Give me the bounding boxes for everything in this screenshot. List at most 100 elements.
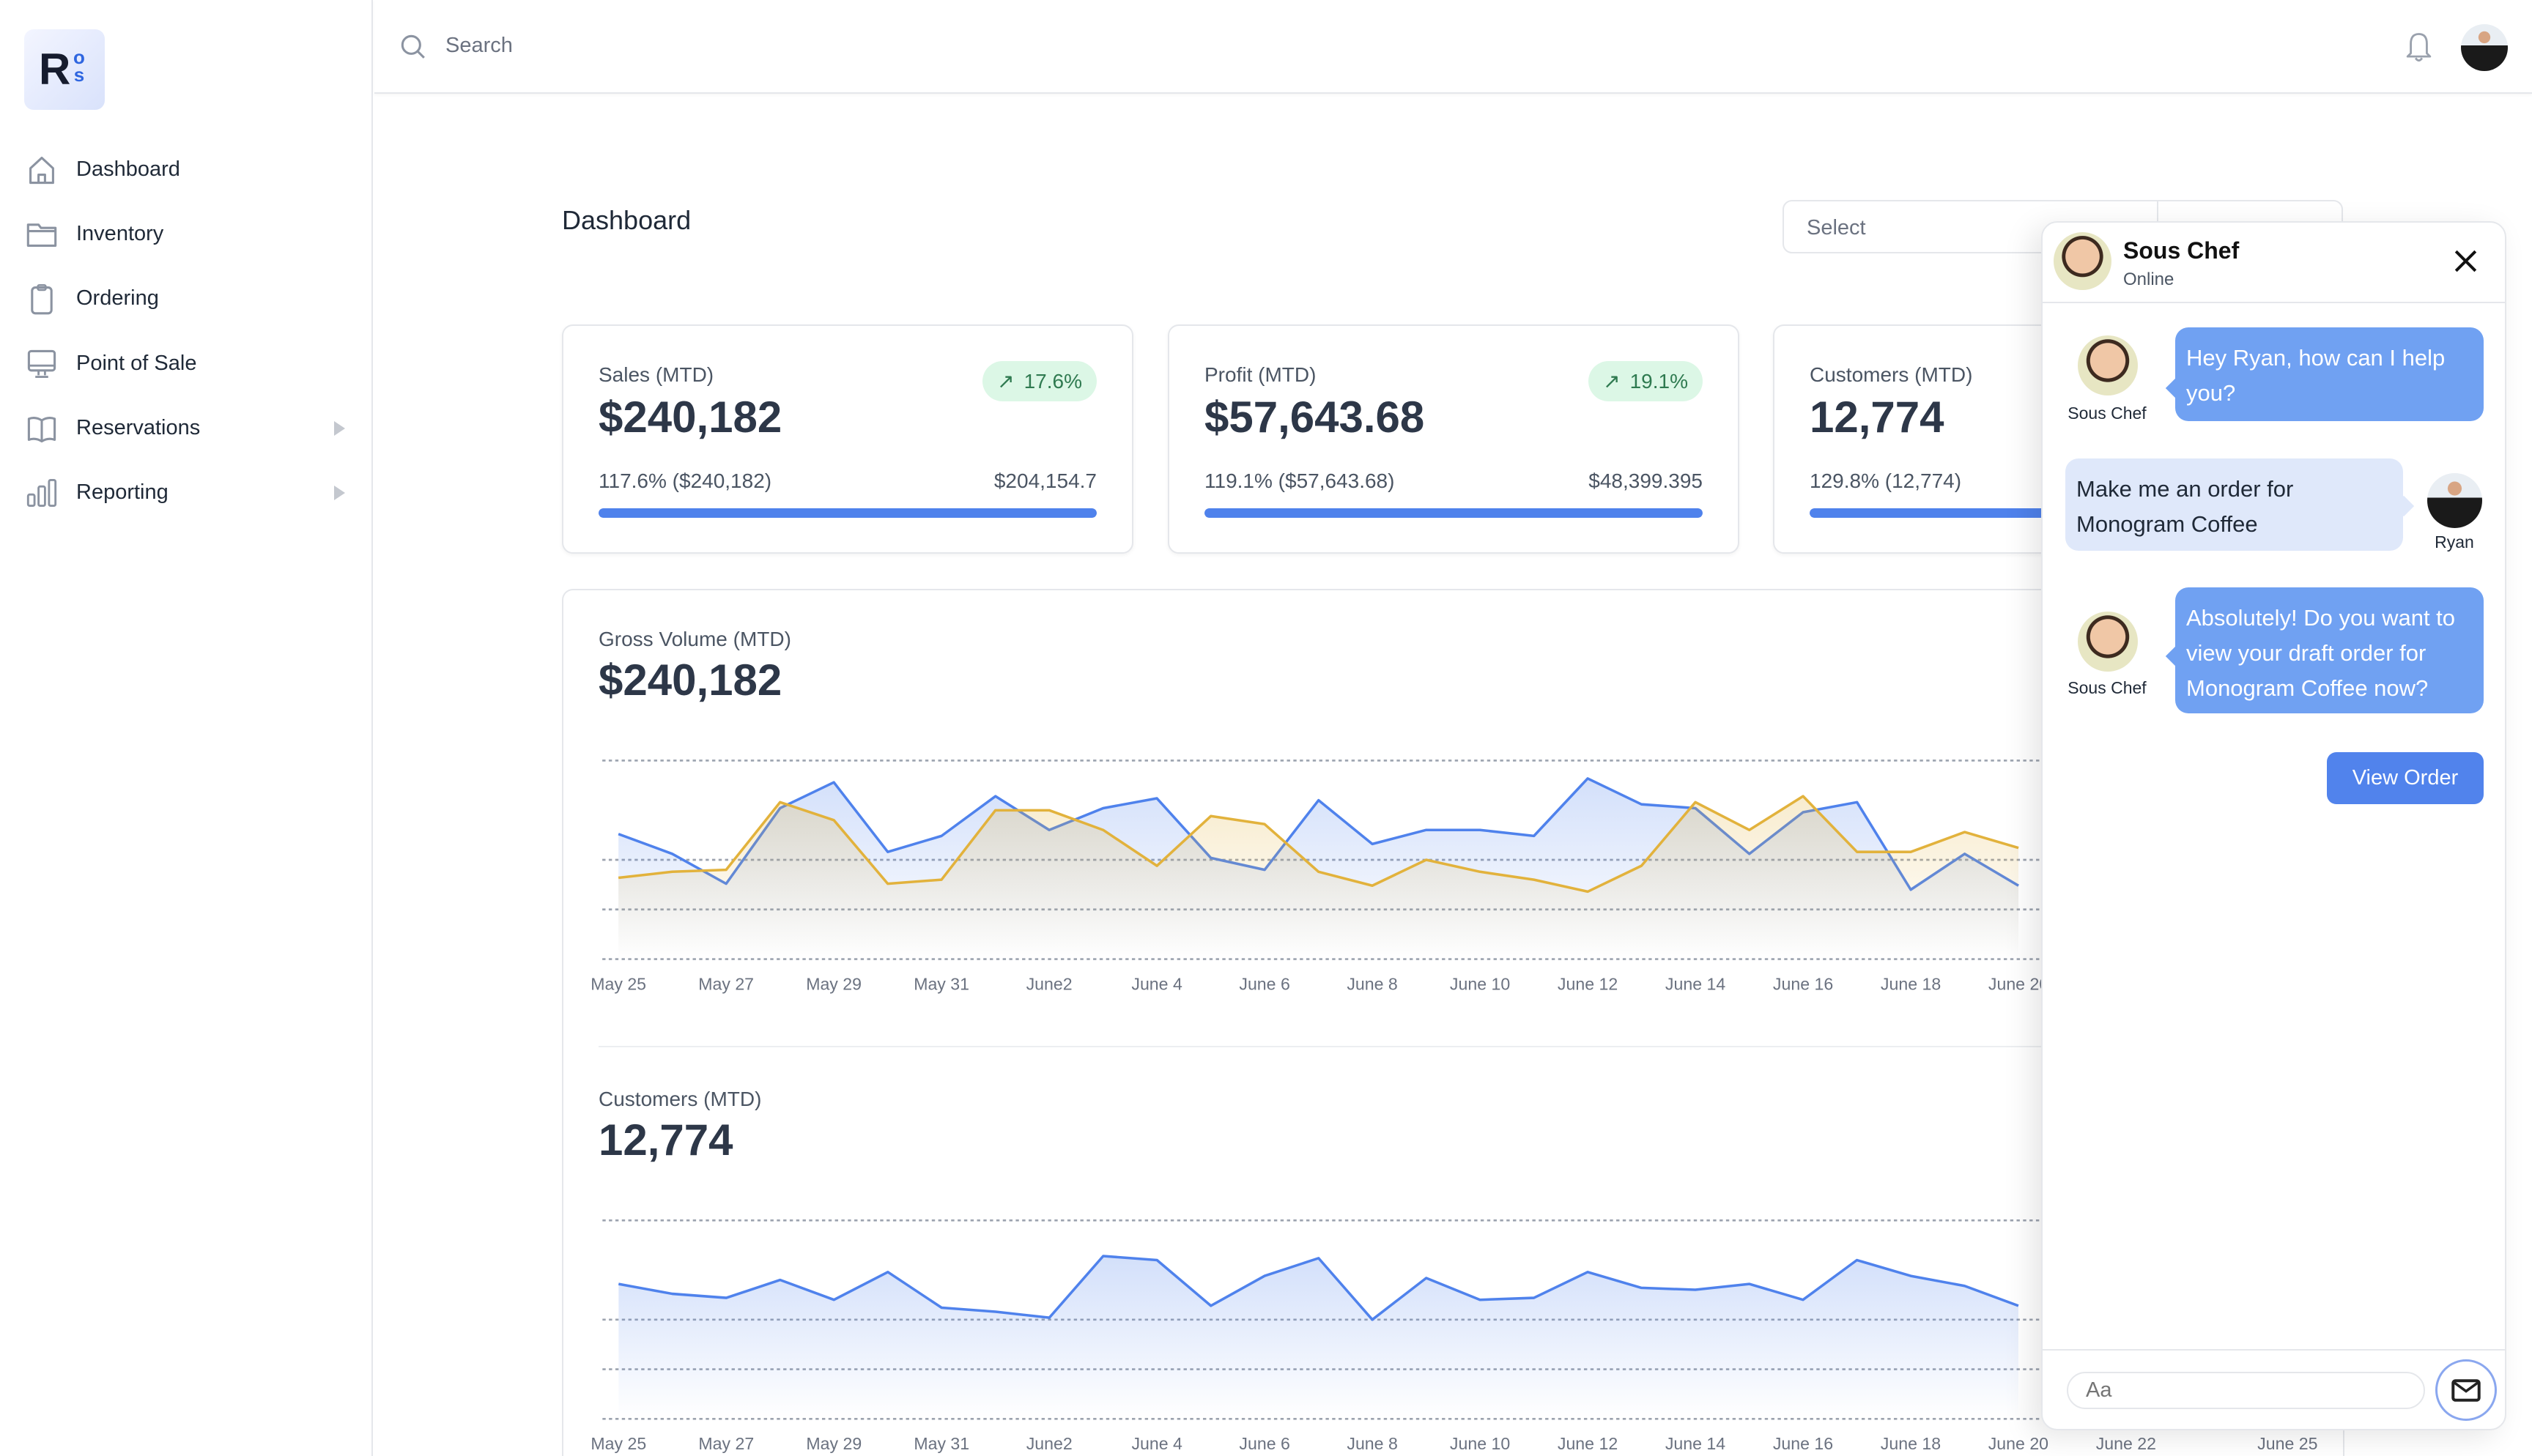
badge-value: 17.6% <box>1023 369 1082 393</box>
sales-card: Sales (MTD) ↗ 17.6% $240,182 117.6% ($240… <box>562 324 1133 554</box>
x-tick-label: June 4 <box>1131 974 1182 993</box>
chevron-right-icon[interactable] <box>334 485 345 500</box>
profit-card: Profit (MTD) ↗ 19.1% $57,643.68 119.1% ($… <box>1168 324 1739 554</box>
arrow-up-right-icon: ↗ <box>1603 370 1621 393</box>
chevron-right-icon[interactable] <box>334 420 345 436</box>
x-tick-label: June 12 <box>1558 974 1618 993</box>
chat-message-bot: Absolutely! Do you want to view your dra… <box>2175 587 2484 713</box>
message-input[interactable] <box>2067 1372 2425 1409</box>
sidebar-item-dashboard[interactable]: Dashboard <box>0 144 371 196</box>
x-tick-label: June 6 <box>1239 974 1289 993</box>
sidebar-item-reporting[interactable]: Reporting <box>0 467 371 519</box>
sidebar-item-label: Point of Sale <box>76 352 197 375</box>
x-tick-label: May 29 <box>806 974 862 993</box>
home-icon <box>29 156 54 184</box>
x-tick-label: June2 <box>1026 974 1073 993</box>
sidebar-item-point-of-sale[interactable]: Point of Sale <box>0 338 371 390</box>
sidebar-item-ordering[interactable]: Ordering <box>0 272 371 324</box>
folder-icon <box>26 223 57 247</box>
x-tick-label: June 14 <box>1665 1434 1725 1453</box>
top-bar: Search <box>374 0 2532 94</box>
chat-status: Online <box>2123 270 2174 289</box>
chat-message-user: Make me an order for Monogram Coffee <box>2065 458 2403 551</box>
stat-detail: 129.8% (12,774) <box>1810 469 1962 492</box>
x-tick-label: June 10 <box>1450 1434 1510 1453</box>
app-logo[interactable]: R os <box>24 29 105 110</box>
view-order-button[interactable]: View Order <box>2327 752 2484 804</box>
sidebar-item-label: Inventory <box>76 222 164 245</box>
x-tick-label: June 8 <box>1347 1434 1397 1453</box>
search-icon <box>401 34 425 59</box>
user-avatar[interactable] <box>2461 24 2508 71</box>
close-icon[interactable] <box>2454 250 2477 272</box>
stat-detail: 117.6% ($240,182) <box>599 469 772 492</box>
arrow-up-right-icon: ↗ <box>997 370 1015 393</box>
x-tick-label: June 4 <box>1131 1434 1182 1453</box>
stat-detail: 119.1% ($57,643.68) <box>1204 469 1395 492</box>
progress-bar <box>1204 508 1703 518</box>
book-icon <box>27 416 56 442</box>
progress-fill <box>599 508 1097 518</box>
stat-value: $240,182 <box>599 393 782 442</box>
ryan-avatar <box>2427 473 2482 528</box>
badge-value: 19.1% <box>1629 369 1688 393</box>
sidebar-item-label: Reservations <box>76 416 201 439</box>
trend-badge: ↗ 19.1% <box>1588 361 1703 401</box>
message-sender: Sous Chef <box>2068 404 2147 423</box>
customers-chart-title: Customers (MTD) <box>599 1088 762 1110</box>
progress-fill <box>1204 508 1703 518</box>
x-tick-label: June 20 <box>1988 974 2048 993</box>
x-tick-label: June2 <box>1026 1434 1073 1453</box>
stat-value: 12,774 <box>1810 393 1944 442</box>
gross-volume-value: $240,182 <box>599 655 782 705</box>
x-tick-label: June 22 <box>2096 1434 2156 1453</box>
x-tick-label: June 6 <box>1239 1434 1289 1453</box>
sous-chef-avatar <box>2078 335 2138 395</box>
message-sender: Sous Chef <box>2068 678 2147 697</box>
sous-chef-avatar <box>2054 232 2111 290</box>
page-title: Dashboard <box>562 205 692 235</box>
logo-accent: os <box>73 46 85 86</box>
logo-text: R <box>39 45 71 94</box>
x-tick-label: May 27 <box>698 1434 754 1453</box>
x-tick-label: May 25 <box>591 974 646 993</box>
x-tick-label: June 18 <box>1881 974 1941 993</box>
search-input[interactable]: Search <box>445 34 513 58</box>
series-area <box>618 1256 2018 1419</box>
chat-message-bot: Hey Ryan, how can I help you? <box>2175 327 2484 421</box>
x-tick-label: June 25 <box>2257 1434 2317 1453</box>
x-tick-label: June 16 <box>1773 974 1833 993</box>
x-tick-label: May 25 <box>591 1434 646 1453</box>
header-divider <box>2043 302 2505 303</box>
x-tick-label: June 12 <box>1558 1434 1618 1453</box>
envelope-icon <box>2451 1378 2481 1402</box>
send-button[interactable] <box>2435 1359 2497 1421</box>
x-tick-label: June 14 <box>1665 974 1725 993</box>
customers-chart-value: 12,774 <box>599 1115 733 1165</box>
stat-label: Sales (MTD) <box>599 363 714 386</box>
x-tick-label: June 8 <box>1347 974 1397 993</box>
monitor-icon <box>27 349 56 378</box>
x-tick-label: May 31 <box>914 974 969 993</box>
bell-icon[interactable] <box>2406 31 2432 63</box>
sidebar-item-inventory[interactable]: Inventory <box>0 208 371 260</box>
x-tick-label: May 29 <box>806 1434 862 1453</box>
chat-title: Sous Chef <box>2123 237 2240 264</box>
footer-divider <box>2043 1349 2505 1351</box>
sidebar-item-label: Ordering <box>76 286 159 310</box>
sidebar-item-label: Reporting <box>76 480 169 504</box>
x-tick-label: June 20 <box>1988 1434 2048 1453</box>
x-tick-label: May 27 <box>698 974 754 993</box>
clipboard-icon <box>31 283 53 314</box>
chat-panel: Sous Chef Online Sous Chef Hey Ryan, how… <box>2041 221 2506 1430</box>
x-tick-label: June 10 <box>1450 974 1510 993</box>
bar-chart-icon <box>26 478 57 507</box>
stat-target: $48,399.395 <box>1588 469 1703 492</box>
x-tick-label: May 31 <box>914 1434 969 1453</box>
progress-bar <box>599 508 1097 518</box>
sidebar-item-label: Dashboard <box>76 157 180 181</box>
select-value: Select <box>1807 216 1866 239</box>
sidebar-item-reservations[interactable]: Reservations <box>0 402 371 454</box>
x-tick-label: June 16 <box>1773 1434 1833 1453</box>
sidebar: R os Dashboard Inventory Ordering Point … <box>0 0 373 1456</box>
